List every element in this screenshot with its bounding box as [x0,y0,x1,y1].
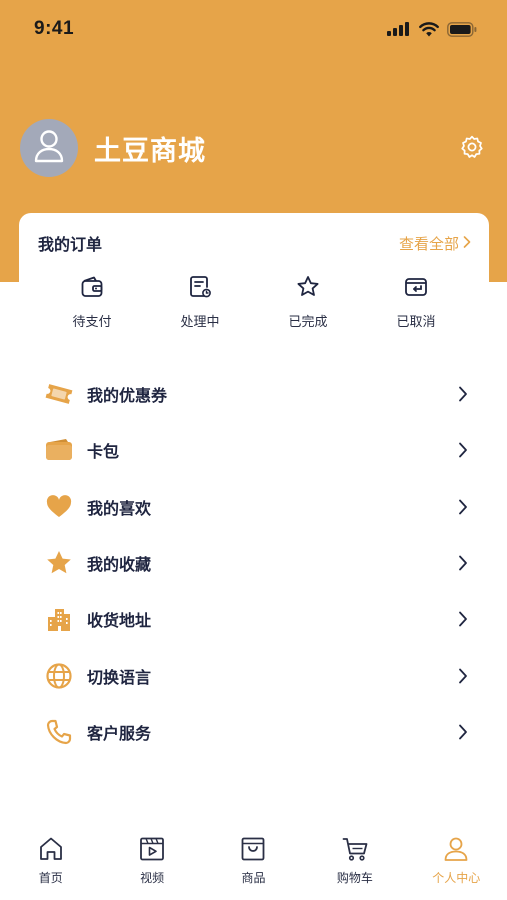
chevron-right-icon [457,723,469,741]
chevron-right-icon [457,498,469,516]
user-placeholder-icon [34,129,64,167]
shop-name: 土豆商城 [94,135,206,167]
card-wallet-icon [44,435,74,465]
avatar[interactable] [20,119,78,177]
wifi-icon [419,21,439,37]
heart-icon [44,492,74,522]
order-item-label: 已完成 [288,315,328,330]
document-icon [186,273,214,301]
home-icon [36,834,66,864]
star-icon [44,548,74,578]
tab-label: 商品 [241,871,266,885]
chevron-right-icon [463,234,471,252]
status-time: 9:41 [34,18,75,39]
chevron-right-icon [457,441,469,459]
tab-home[interactable]: 首页 [0,822,101,900]
menu-item-label: 切换语言 [87,667,152,687]
menu-item-label: 收货地址 [87,611,152,631]
profile-section: 土豆商城 [20,118,487,178]
video-icon [137,834,167,864]
menu-item-label: 我的收藏 [87,555,152,575]
menu-item-likes[interactable]: 我的喜欢 [0,479,507,535]
chevron-right-icon [457,385,469,403]
phone-icon [44,717,74,747]
wallet-icon [78,273,106,301]
chevron-right-icon [457,667,469,685]
status-bar: 9:41 [0,0,507,58]
order-pending-payment[interactable]: 待支付 [38,273,146,330]
tab-label: 视频 [140,871,165,885]
gear-icon[interactable] [457,132,487,162]
shopping-bag-icon [238,834,268,864]
menu-item-favorites[interactable]: 我的收藏 [0,535,507,591]
cart-icon [340,834,370,864]
orders-header: 我的订单 查看全部 [19,213,489,273]
menu-item-label: 我的喜欢 [87,498,152,518]
battery-icon [447,21,477,37]
tab-cart[interactable]: 购物车 [304,822,405,900]
menu-item-label: 客户服务 [87,723,152,743]
menu-item-coupons[interactable]: 我的优惠券 [0,366,507,422]
tab-profile[interactable]: 个人中心 [406,822,507,900]
globe-icon [44,661,74,691]
user-icon [441,834,471,864]
status-icons [387,21,477,37]
order-cancelled[interactable]: 已取消 [362,273,470,330]
tab-bar: 首页 视频 商品 购物车 个人中心 [0,822,507,900]
chevron-right-icon [457,554,469,572]
menu-item-label: 我的优惠券 [87,386,168,406]
order-item-label: 待支付 [72,315,112,330]
tab-label: 个人中心 [432,871,481,885]
order-item-label: 已取消 [396,315,436,330]
order-completed[interactable]: 已完成 [254,273,362,330]
menu-item-language[interactable]: 切换语言 [0,647,507,703]
menu-item-card-wallet[interactable]: 卡包 [0,422,507,478]
order-processing[interactable]: 处理中 [146,273,254,330]
order-item-label: 处理中 [180,315,220,330]
tab-products[interactable]: 商品 [203,822,304,900]
tab-video[interactable]: 视频 [101,822,202,900]
star-outline-icon [294,273,322,301]
building-icon [44,604,74,634]
order-status-row: 待支付 处理中 已完成 已取消 [19,273,489,330]
return-icon [402,273,430,301]
chevron-right-icon [457,610,469,628]
coupon-icon [44,379,74,409]
menu-item-customer-service[interactable]: 客户服务 [0,704,507,760]
orders-title: 我的订单 [38,235,103,254]
signal-icon [387,22,411,36]
tab-label: 首页 [38,871,63,885]
orders-card: 我的订单 查看全部 待支付 处理中 已完成 已取消 [19,213,489,343]
view-all-label: 查看全部 [398,234,459,253]
view-all-orders-link[interactable]: 查看全部 [399,233,471,254]
tab-label: 购物车 [336,871,373,885]
menu-item-address[interactable]: 收货地址 [0,591,507,647]
menu-list: 我的优惠券 卡包 我的喜欢 我的收藏 收货地址 切换语言 客户服务 [0,366,507,760]
menu-item-label: 卡包 [87,442,120,462]
